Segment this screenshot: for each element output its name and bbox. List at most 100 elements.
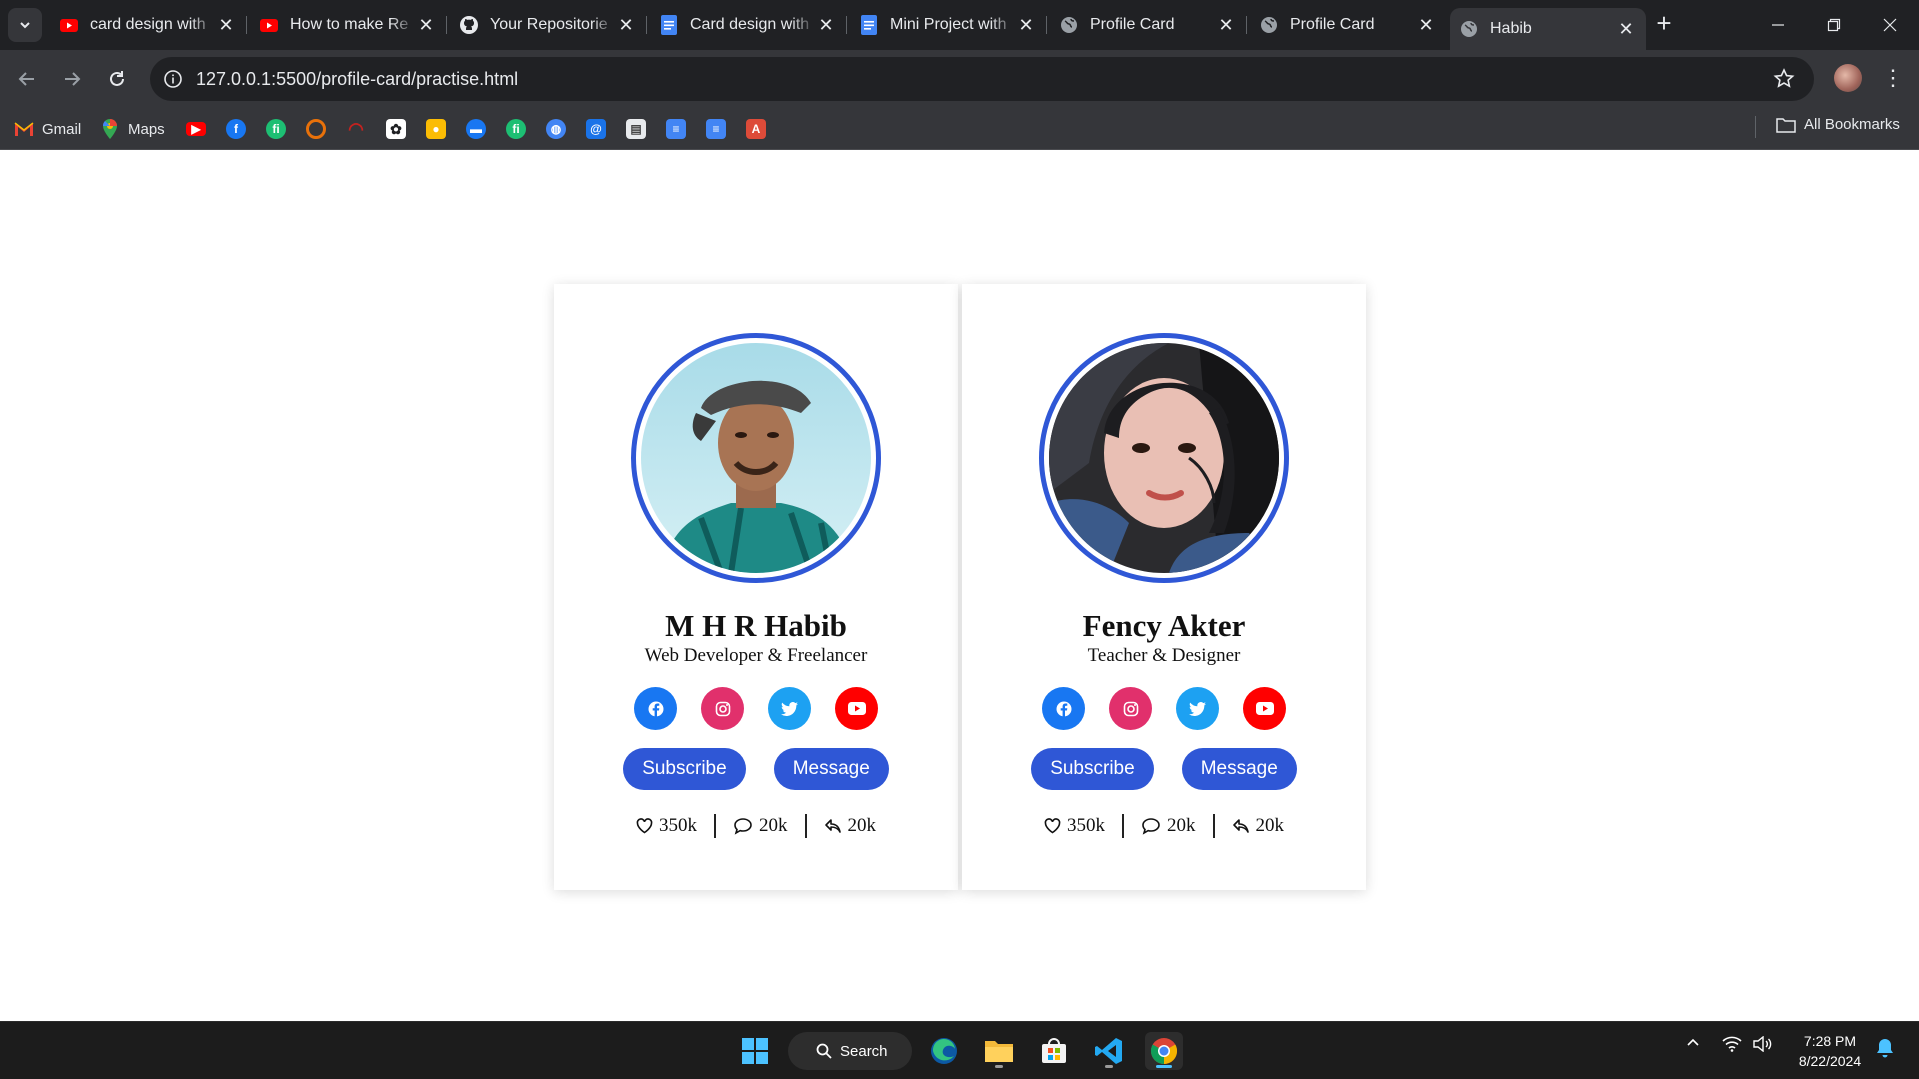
tab-8-active[interactable]: Habib ✕ <box>1450 8 1646 50</box>
close-icon[interactable]: ✕ <box>616 15 636 36</box>
tab-5[interactable]: Mini Project with ✕ <box>850 8 1047 42</box>
address-bar[interactable]: 127.0.0.1:5500/profile-card/practise.htm… <box>150 57 1814 101</box>
youtube-link[interactable] <box>1243 687 1286 730</box>
restore-button[interactable] <box>1806 0 1862 50</box>
comment-icon <box>1142 818 1160 835</box>
page-viewport: M H R Habib Web Developer & Freelancer S… <box>0 151 1919 1021</box>
tab-title: card design with <box>90 16 206 33</box>
twitter-link[interactable] <box>1176 687 1219 730</box>
new-tab-button[interactable]: + <box>1650 10 1678 38</box>
volume-control[interactable] <box>1752 1035 1772 1055</box>
start-button[interactable] <box>736 1032 774 1070</box>
bookmark-star-icon[interactable] <box>1772 67 1796 91</box>
profile-name: Fency Akter <box>1082 608 1246 643</box>
social-links <box>962 687 1366 730</box>
tab-2[interactable]: How to make Re ✕ <box>250 8 447 42</box>
bookmark-keep[interactable]: ● <box>426 118 446 140</box>
bookmark-speed[interactable]: ◠ <box>346 118 366 140</box>
taskbar-file-explorer[interactable] <box>980 1032 1018 1070</box>
bookmark-fiverr-2[interactable]: fi <box>506 118 526 140</box>
message-button[interactable]: Message <box>773 748 889 790</box>
chrome-icon <box>1150 1038 1178 1065</box>
youtube-icon <box>1255 702 1274 715</box>
tab-search-button[interactable] <box>8 8 42 42</box>
tab-6[interactable]: Profile Card ✕ <box>1050 8 1247 42</box>
running-indicator <box>1105 1065 1113 1068</box>
bookmark-chatgpt[interactable]: ✿ <box>386 118 406 140</box>
comments-stat[interactable]: 20k <box>1124 815 1213 837</box>
youtube-link[interactable] <box>835 687 878 730</box>
tab-4[interactable]: Card design with ✕ <box>650 8 847 42</box>
likes-stat[interactable]: 350k <box>619 815 714 837</box>
subscribe-button[interactable]: Subscribe <box>623 748 746 790</box>
bookmark-angular[interactable]: A <box>746 118 766 140</box>
taskbar-edge[interactable] <box>925 1032 963 1070</box>
tab-title: How to make Re <box>290 16 409 33</box>
close-icon[interactable]: ✕ <box>416 15 436 36</box>
site-info-icon[interactable] <box>162 68 184 90</box>
taskbar-vscode[interactable] <box>1090 1032 1128 1070</box>
shares-stat[interactable]: 20k <box>1215 815 1302 837</box>
bookmark-gmail[interactable]: Gmail <box>14 118 81 140</box>
show-hidden-icons[interactable] <box>1686 1036 1700 1053</box>
comments-stat[interactable]: 20k <box>716 815 805 837</box>
likes-stat[interactable]: 350k <box>1027 815 1122 837</box>
facebook-link[interactable] <box>1042 687 1085 730</box>
tab-7[interactable]: Profile Card ✕ <box>1250 8 1446 42</box>
bookmark-web[interactable]: ◍ <box>546 118 566 140</box>
facebook-icon: f <box>226 119 246 139</box>
minimize-button[interactable] <box>1750 0 1806 50</box>
profile-avatar[interactable] <box>1834 64 1862 92</box>
tab-1[interactable]: card design with ✕ <box>50 8 247 42</box>
close-icon[interactable]: ✕ <box>216 15 236 36</box>
url-text[interactable]: 127.0.0.1:5500/profile-card/practise.htm… <box>196 69 518 90</box>
wifi-status[interactable] <box>1722 1036 1742 1055</box>
notifications-button[interactable] <box>1876 1038 1894 1061</box>
bookmark-facebook[interactable]: f <box>226 118 246 140</box>
twitter-link[interactable] <box>768 687 811 730</box>
search-label: Search <box>840 1042 888 1060</box>
shares-stat[interactable]: 20k <box>807 815 894 837</box>
bookmark-circle[interactable] <box>306 118 326 140</box>
subscribe-button[interactable]: Subscribe <box>1031 748 1154 790</box>
profile-name: M H R Habib <box>665 608 847 643</box>
instagram-icon <box>715 701 730 716</box>
tab-separator <box>1246 16 1247 34</box>
bookmark-messenger[interactable]: ▬ <box>466 118 486 140</box>
bookmark-notes[interactable]: ▤ <box>626 118 646 140</box>
close-icon[interactable]: ✕ <box>1016 15 1036 36</box>
profile-role: Teacher & Designer <box>1087 645 1241 666</box>
close-icon[interactable]: ✕ <box>1616 19 1636 40</box>
bookmark-docs[interactable]: ≡ <box>666 118 686 140</box>
taskbar-store[interactable] <box>1035 1032 1073 1070</box>
system-clock[interactable]: 7:28 PM 8/22/2024 <box>1790 1031 1870 1071</box>
close-icon[interactable]: ✕ <box>816 15 836 36</box>
bookmark-youtube[interactable]: ▶ <box>186 118 206 140</box>
instagram-link[interactable] <box>1109 687 1152 730</box>
close-icon[interactable]: ✕ <box>1416 15 1436 36</box>
taskbar-chrome[interactable] <box>1145 1032 1183 1070</box>
close-window-button[interactable] <box>1862 0 1918 50</box>
menu-kebab-icon[interactable]: ⋮ <box>1882 64 1904 94</box>
instagram-icon <box>1123 701 1138 716</box>
reload-button[interactable] <box>104 66 130 92</box>
instagram-link[interactable] <box>701 687 744 730</box>
taskbar-search[interactable]: Search <box>788 1032 912 1070</box>
close-icon[interactable]: ✕ <box>1216 15 1236 36</box>
message-button[interactable]: Message <box>1181 748 1297 790</box>
heart-icon <box>1044 818 1061 834</box>
minimize-icon <box>1772 24 1784 26</box>
tab-3[interactable]: Your Repositorie ✕ <box>450 8 647 42</box>
forward-button[interactable] <box>59 66 85 92</box>
bookmark-edge[interactable]: @ <box>586 118 606 140</box>
bookmark-maps[interactable]: Maps <box>100 118 165 140</box>
facebook-link[interactable] <box>634 687 677 730</box>
all-bookmarks-button[interactable]: All Bookmarks <box>1776 116 1900 133</box>
back-button[interactable] <box>14 66 40 92</box>
gmail-icon <box>14 119 34 139</box>
google-docs-icon: ≡ <box>666 119 686 139</box>
comments-count: 20k <box>759 815 788 836</box>
bookmark-label: Maps <box>128 120 165 138</box>
bookmark-docs-2[interactable]: ≡ <box>706 118 726 140</box>
bookmark-fiverr[interactable]: fi <box>266 118 286 140</box>
